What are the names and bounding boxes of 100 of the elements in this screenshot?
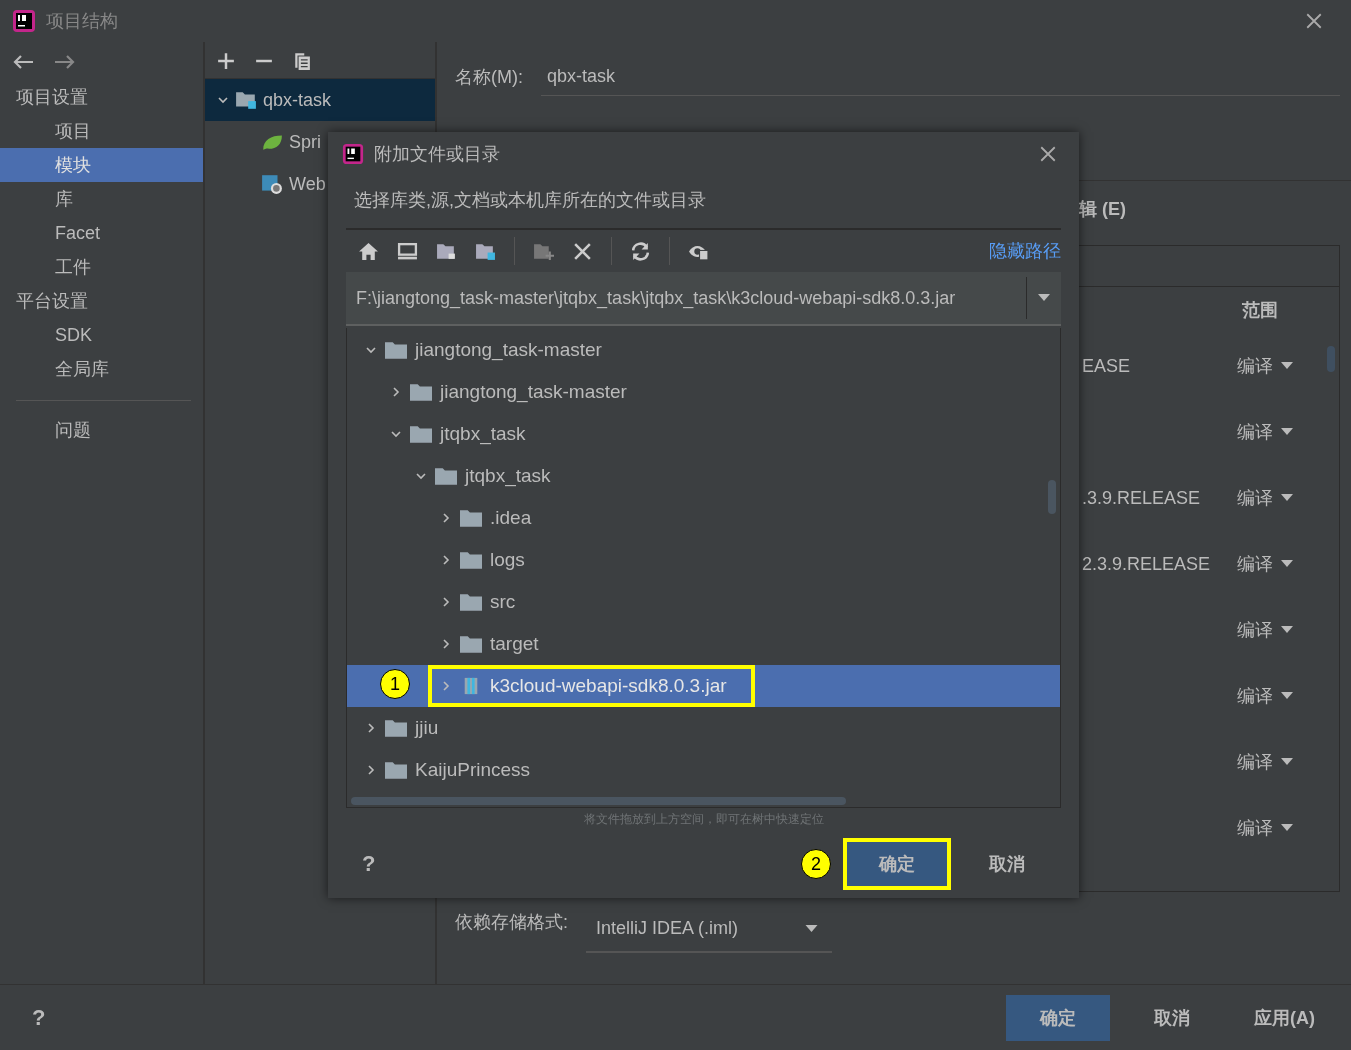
close-icon[interactable]: [1305, 12, 1323, 30]
storage-format-label: 依赖存储格式:: [455, 911, 568, 934]
scope-dropdown[interactable]: 编译: [1226, 750, 1339, 774]
dropdown-arrow-icon: [1281, 560, 1293, 568]
chevron-icon[interactable]: [440, 638, 452, 650]
folder-icon: [410, 383, 432, 401]
dropdown-arrow-icon: [1281, 428, 1293, 436]
scrollbar-thumb[interactable]: [1048, 480, 1056, 514]
desktop-icon[interactable]: [397, 241, 418, 261]
step-number-badge: 1: [380, 669, 410, 699]
scope-dropdown[interactable]: 编译: [1226, 420, 1339, 444]
folder-icon[interactable]: [436, 241, 457, 261]
dialog-button[interactable]: 取消: [1134, 994, 1210, 1041]
help-button[interactable]: ?: [362, 851, 376, 877]
scope-dropdown[interactable]: 编译: [1226, 552, 1339, 576]
folder-icon: [460, 593, 482, 611]
file-tree-item[interactable]: KaijuPrincess: [347, 749, 1060, 791]
cancel-button[interactable]: 取消: [969, 841, 1045, 887]
copy-icon[interactable]: [293, 52, 311, 70]
scope-dropdown[interactable]: 编译: [1226, 486, 1339, 510]
file-tree-item[interactable]: jtqbx_task: [347, 413, 1060, 455]
file-tree-item[interactable]: jtqbx_task: [347, 455, 1060, 497]
scope-dropdown[interactable]: 编译: [1226, 618, 1339, 642]
scope-dropdown[interactable]: 编译: [1226, 816, 1339, 840]
dropdown-arrow-icon[interactable]: [1038, 294, 1050, 302]
file-tree-item[interactable]: jiangtong_task-master: [347, 371, 1060, 413]
help-button[interactable]: ?: [32, 1004, 46, 1031]
file-tree-item[interactable]: jiangtong_task-master: [347, 329, 1060, 371]
app-logo-icon: [12, 9, 36, 33]
folder-icon: [385, 719, 407, 737]
nav-item[interactable]: 库: [0, 182, 203, 216]
path-field[interactable]: F:\jiangtong_task-master\jtqbx_task\jtqbx_task\k3cloud-webapi-sdk8.0.3.jar: [346, 272, 1061, 326]
back-arrow-icon[interactable]: [12, 54, 34, 70]
delete-icon[interactable]: [572, 241, 593, 261]
nav-item[interactable]: SDK: [0, 318, 203, 352]
window-title: 项目结构: [46, 10, 118, 33]
nav-item[interactable]: 项目: [0, 114, 203, 148]
chevron-icon[interactable]: [440, 512, 452, 524]
chevron-icon[interactable]: [440, 554, 452, 566]
nav-item[interactable]: Facet: [0, 216, 203, 250]
table-cell-text: EASE: [1081, 355, 1131, 376]
folder-icon: [460, 635, 482, 653]
dropdown-arrow-icon: [1281, 824, 1293, 832]
dropdown-arrow-icon: [1281, 758, 1293, 766]
chevron-icon[interactable]: [365, 722, 377, 734]
forward-arrow-icon[interactable]: [54, 54, 76, 70]
dialog-title: 附加文件或目录: [374, 143, 500, 166]
file-tree-item[interactable]: .idea: [347, 497, 1060, 539]
file-tree-item[interactable]: jjiu: [347, 707, 1060, 749]
chevron-icon[interactable]: [390, 428, 402, 440]
nav-item[interactable]: 问题: [0, 413, 203, 447]
scrollbar-thumb[interactable]: [351, 797, 846, 805]
folder-icon: [410, 425, 432, 443]
ok-button[interactable]: 确定: [1006, 994, 1110, 1041]
new-folder-icon[interactable]: [533, 241, 554, 261]
folder-icon: [435, 467, 457, 485]
nav-item[interactable]: 全局库: [0, 352, 203, 386]
table-cell-text: 2.3.9.RELEASE: [1081, 553, 1211, 574]
chevron-icon[interactable]: [365, 344, 377, 356]
file-tree-item[interactable]: logs: [347, 539, 1060, 581]
file-tree-item[interactable]: target: [347, 623, 1060, 665]
chevron-icon[interactable]: [440, 680, 452, 692]
chevron-icon[interactable]: [415, 470, 427, 482]
scope-dropdown[interactable]: 编译: [1226, 354, 1339, 378]
add-icon[interactable]: [217, 52, 235, 70]
app-logo-icon: [342, 143, 364, 165]
dropdown-arrow-icon: [1281, 692, 1293, 700]
refresh-icon[interactable]: [630, 241, 651, 261]
ok-button[interactable]: 确定: [843, 838, 951, 890]
folder-icon: [460, 509, 482, 527]
nav-section-title: 项目设置: [15, 86, 89, 109]
leaf-icon: [261, 132, 283, 152]
folder-icon: [460, 551, 482, 569]
hide-path-link[interactable]: 隐藏路径: [989, 239, 1061, 263]
dropdown-arrow-icon: [1281, 494, 1293, 502]
module-folder-icon[interactable]: [475, 241, 496, 261]
close-icon[interactable]: [1039, 145, 1057, 163]
module-folder-icon: [235, 90, 257, 110]
file-tree-item[interactable]: src: [347, 581, 1060, 623]
storage-format-dropdown[interactable]: IntelliJ IDEA (.iml): [586, 908, 832, 953]
folder-icon: [385, 761, 407, 779]
nav-item[interactable]: 模块: [0, 148, 203, 182]
file-tree-item[interactable]: 1 k3cloud-webapi-sdk8.0.3.jar: [347, 665, 1060, 707]
column-header[interactable]: 范围: [1226, 298, 1339, 322]
dropdown-arrow-icon: [805, 924, 818, 933]
chevron-icon[interactable]: [365, 764, 377, 776]
edit-label: 辑 (E): [1079, 198, 1126, 221]
module-tree-item[interactable]: qbx-task: [205, 79, 435, 121]
home-icon[interactable]: [358, 241, 379, 261]
chevron-icon[interactable]: [440, 596, 452, 608]
name-field[interactable]: qbx-task: [541, 58, 1340, 96]
folder-icon: [385, 341, 407, 359]
dialog-button[interactable]: 应用(A): [1234, 994, 1335, 1041]
web-globe-icon: [261, 174, 283, 194]
table-cell-text: .3.9.RELEASE: [1081, 487, 1201, 508]
dropdown-arrow-icon: [1281, 626, 1293, 634]
scrollbar-thumb[interactable]: [1327, 346, 1335, 372]
chevron-icon[interactable]: [390, 386, 402, 398]
nav-item[interactable]: 工件: [0, 250, 203, 284]
scope-dropdown[interactable]: 编译: [1226, 684, 1339, 708]
